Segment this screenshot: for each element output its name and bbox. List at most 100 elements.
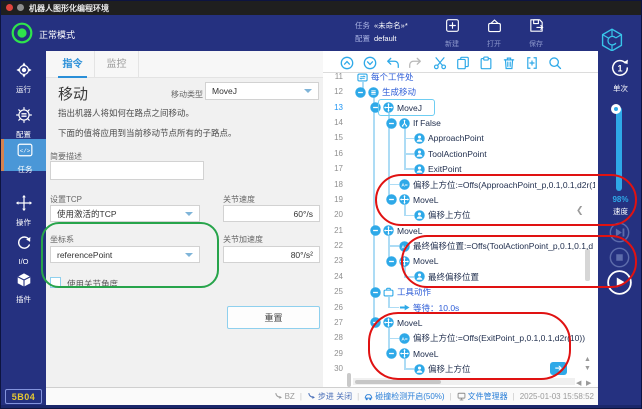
list-icon[interactable]	[368, 87, 379, 98]
code-icon: </>	[16, 141, 34, 159]
description-line1: 指出机器人将如何在路点之间移动。	[58, 107, 194, 119]
stop-button[interactable]	[609, 247, 630, 268]
assign-icon[interactable]: A=	[399, 241, 410, 252]
sidebar-item-operate[interactable]: 操作	[1, 192, 46, 224]
brief-desc-input[interactable]	[50, 161, 204, 180]
collapse-panel-handle[interactable]: ❮	[576, 205, 584, 216]
collapse-toggle-icon[interactable]	[386, 118, 397, 129]
tab-instruction[interactable]: 指令	[51, 51, 95, 78]
tree-node-label[interactable]: ToolActionPoint	[428, 148, 487, 160]
cut-icon[interactable]	[433, 56, 447, 70]
waypoint-icon[interactable]	[414, 364, 425, 375]
sidebar-item-task[interactable]: </>任务	[1, 139, 46, 171]
toolbox-icon[interactable]	[383, 287, 394, 298]
tree-node-label[interactable]: 偏移上方位:=Offs(ApproachPoint_p,0.1,0.1,d2r(…	[413, 179, 595, 191]
assign-icon[interactable]: A=	[399, 333, 410, 344]
waypoint-icon[interactable]	[414, 210, 425, 221]
next-line-button[interactable]: ➔	[550, 362, 567, 375]
move-icon[interactable]	[399, 348, 410, 359]
sidebar-item-io[interactable]: I/O	[1, 232, 46, 264]
undo-icon[interactable]	[386, 56, 400, 70]
play-button[interactable]	[607, 270, 632, 295]
collapse-toggle-icon[interactable]	[386, 194, 397, 205]
tree-node-label[interactable]: MoveL	[397, 317, 423, 329]
redo-icon[interactable]	[408, 56, 422, 70]
move-icon[interactable]	[383, 225, 394, 236]
collapse-toggle-icon[interactable]	[370, 317, 381, 328]
tree-node-label[interactable]: If False	[413, 117, 441, 129]
minimize-button[interactable]	[17, 4, 24, 11]
expand-all-icon[interactable]	[363, 56, 377, 70]
close-button[interactable]	[6, 4, 13, 11]
assign-icon[interactable]: A=	[399, 179, 410, 190]
branch-icon[interactable]	[399, 118, 410, 129]
tree-connector	[404, 276, 414, 278]
sidebar-item-run[interactable]: 运行	[1, 59, 46, 91]
speed-slider-track[interactable]	[616, 107, 622, 191]
sidebar-item-config[interactable]: 配置	[1, 104, 46, 136]
tree-node-label[interactable]: 生成移动	[382, 86, 416, 98]
copy-icon[interactable]	[456, 56, 470, 70]
tree-node-label[interactable]: 偏移上方位	[428, 363, 471, 375]
collapse-toggle-icon[interactable]	[386, 348, 397, 359]
joint-speed-input[interactable]: 60°/s	[223, 205, 320, 222]
waypoint-icon[interactable]	[414, 148, 425, 159]
io-cycle-icon	[15, 234, 33, 252]
frame-select[interactable]: referencePoint	[50, 246, 200, 263]
tcp-select[interactable]: 使用激活的TCP	[50, 205, 200, 222]
scroll-up-icon[interactable]: ▲	[584, 356, 591, 363]
tree-node-label[interactable]: ExitPoint	[428, 163, 462, 175]
sidebar-item-plugin[interactable]: 插件	[1, 269, 46, 301]
waypoint-icon[interactable]	[414, 133, 425, 144]
collapse-toggle-icon[interactable]	[386, 256, 397, 267]
tree-node-label[interactable]: 偏移上方位	[428, 209, 471, 221]
open-button[interactable]: 打开	[473, 17, 515, 49]
use-joint-angle-checkbox[interactable]	[50, 277, 61, 288]
tab-monitor[interactable]: 监控	[95, 51, 139, 78]
joint-accel-input[interactable]: 80°/s²	[223, 246, 320, 263]
loop-icon[interactable]	[357, 72, 368, 83]
save-button[interactable]: 保存	[515, 17, 557, 49]
paste-icon[interactable]	[479, 56, 493, 70]
step-forward-button[interactable]	[609, 222, 630, 243]
tree-node-label[interactable]: 等待：10.0s	[413, 302, 459, 314]
tree-node-label[interactable]: MoveL	[413, 348, 439, 360]
scroll-down-icon[interactable]: ▼	[584, 365, 591, 372]
single-cycle-icon[interactable]: 1	[609, 57, 631, 79]
delete-icon[interactable]	[502, 56, 516, 70]
open-icon	[486, 17, 503, 34]
collapse-all-icon[interactable]	[340, 56, 354, 70]
insert-icon[interactable]	[525, 56, 539, 70]
collapse-toggle-icon[interactable]	[370, 287, 381, 298]
new-button[interactable]: 新建	[431, 17, 473, 49]
status-item[interactable]: 文件管理器	[457, 391, 508, 402]
arrow-icon[interactable]	[399, 302, 410, 313]
status-item[interactable]: 碰撞检测开启(50%)	[364, 391, 444, 402]
horizontal-scrollbar-thumb[interactable]	[355, 380, 441, 384]
move-icon[interactable]	[399, 194, 410, 205]
tree-node-label[interactable]: MoveL	[413, 194, 439, 206]
tree-node-label[interactable]: 工具动作	[397, 286, 431, 298]
move-type-select[interactable]: MoveJ	[205, 82, 319, 100]
vertical-scrollbar-thumb[interactable]	[585, 249, 590, 281]
reset-button[interactable]: 重置	[227, 306, 320, 329]
tree-node-label[interactable]: 最终偏移位置	[428, 271, 479, 283]
search-icon[interactable]	[548, 56, 562, 70]
waypoint-icon[interactable]	[414, 271, 425, 282]
scroll-right-icon[interactable]: ▶	[586, 380, 591, 387]
move-icon[interactable]	[383, 317, 394, 328]
tree-node-label[interactable]: MoveL	[413, 255, 439, 267]
speed-slider-handle[interactable]	[611, 104, 621, 114]
tree-node-label[interactable]: ApproachPoint	[428, 132, 484, 144]
line-number: 14	[321, 118, 343, 127]
gutter-scrollbar-thumb[interactable]	[347, 373, 351, 387]
waypoint-icon[interactable]	[414, 164, 425, 175]
tree-node-label[interactable]: 偏移上方位:=Offs(ExitPoint_p,0.1,0.1,d2r(10))	[413, 332, 585, 344]
scroll-left-icon[interactable]: ◀	[576, 380, 581, 387]
move-icon[interactable]	[399, 256, 410, 267]
collapse-toggle-icon[interactable]	[355, 87, 366, 98]
collapse-toggle-icon[interactable]	[370, 225, 381, 236]
tree-node-label[interactable]: 每个工件处	[371, 71, 414, 83]
tree-node-label[interactable]: 最终偏移位置:=Offs(ToolActionPoint_p,0.1,0.1,d	[413, 240, 593, 252]
tree-node-label[interactable]: MoveL	[397, 225, 423, 237]
